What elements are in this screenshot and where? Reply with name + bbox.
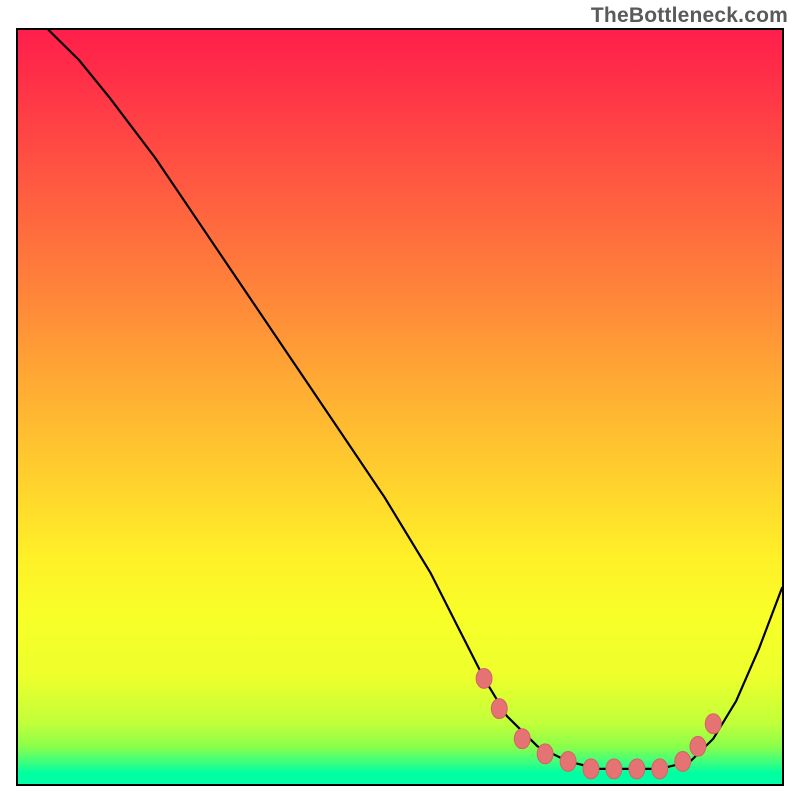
highlight-marker (652, 759, 668, 779)
watermark-text: TheBottleneck.com (591, 4, 788, 28)
highlight-marker (629, 759, 645, 779)
highlight-marker (675, 751, 691, 771)
highlight-marker (491, 699, 507, 719)
highlight-markers (476, 669, 721, 779)
chart-frame (16, 28, 784, 786)
highlight-marker (514, 729, 530, 749)
highlight-marker (537, 744, 553, 764)
highlight-marker (606, 759, 622, 779)
highlight-marker (583, 759, 599, 779)
highlight-marker (705, 714, 721, 734)
bottleneck-curve (49, 30, 782, 769)
highlight-marker (476, 669, 492, 689)
chart-overlay (18, 30, 782, 784)
highlight-marker (690, 736, 706, 756)
highlight-marker (560, 751, 576, 771)
